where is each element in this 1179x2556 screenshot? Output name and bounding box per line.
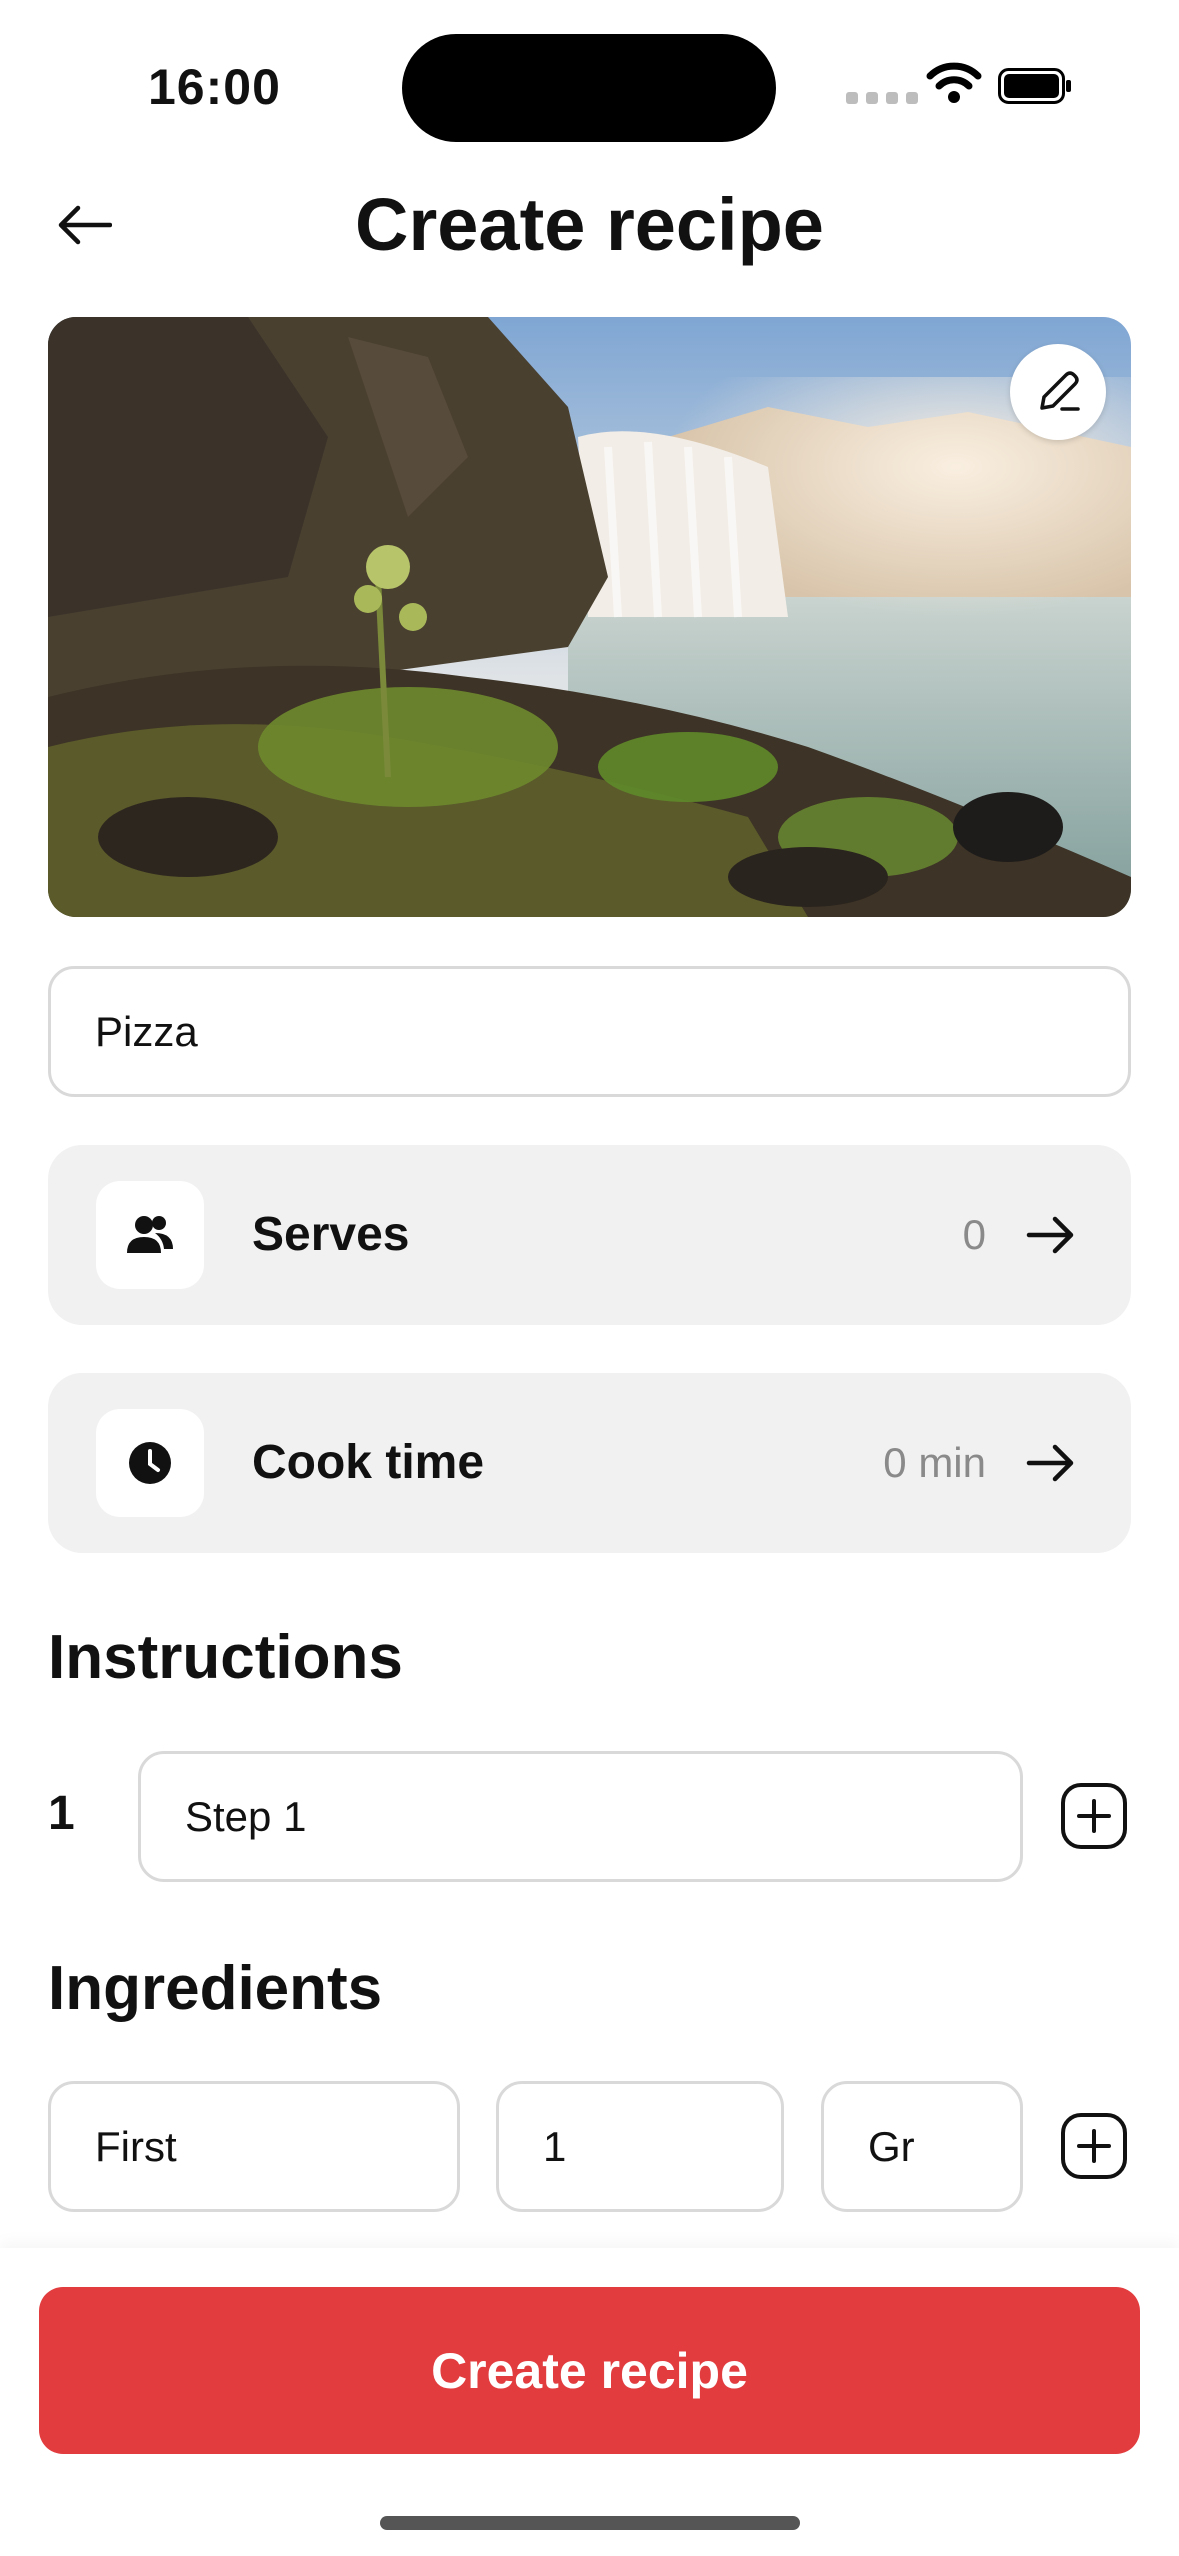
cook-time-value: 0 min	[883, 1439, 986, 1486]
recipe-title-input[interactable]	[48, 966, 1131, 1097]
cook-time-label: Cook time	[252, 1436, 485, 1489]
people-icon-container	[96, 1181, 204, 1289]
cellular-signal-icon	[846, 92, 918, 104]
ingredient-quantity-input[interactable]	[496, 2081, 784, 2212]
edit-image-button[interactable]	[1010, 344, 1106, 440]
create-recipe-button[interactable]: Create recipe	[39, 2287, 1140, 2454]
pencil-icon	[1040, 371, 1080, 411]
clock-icon-container	[96, 1409, 204, 1517]
landscape-waterfall-image	[48, 317, 1131, 917]
wifi-icon	[926, 62, 982, 103]
step-input[interactable]	[138, 1751, 1023, 1882]
people-icon	[127, 1216, 173, 1253]
add-ingredient-button[interactable]	[1059, 2111, 1129, 2181]
add-step-button[interactable]	[1059, 1781, 1129, 1851]
cook-time-row[interactable]: Cook time 0 min	[48, 1373, 1131, 1553]
page-title: Create recipe	[355, 183, 824, 266]
serves-label: Serves	[252, 1208, 410, 1261]
battery-icon	[998, 68, 1071, 104]
home-indicator	[380, 2516, 800, 2530]
ingredient-unit-input[interactable]	[821, 2081, 1023, 2212]
arrow-right-icon	[1026, 1216, 1074, 1254]
ingredient-name-input[interactable]	[48, 2081, 460, 2212]
serves-row[interactable]: Serves 0	[48, 1145, 1131, 1325]
status-time: 16:00	[148, 59, 281, 115]
clock-icon	[129, 1442, 171, 1484]
recipe-image[interactable]	[48, 317, 1131, 917]
serves-value: 0	[962, 1211, 986, 1258]
instructions-heading: Instructions	[48, 1623, 403, 1692]
arrow-right-icon	[1026, 1444, 1074, 1482]
dynamic-island	[402, 34, 776, 142]
step-number: 1	[48, 1787, 75, 1840]
ingredients-heading: Ingredients	[48, 1954, 383, 2023]
